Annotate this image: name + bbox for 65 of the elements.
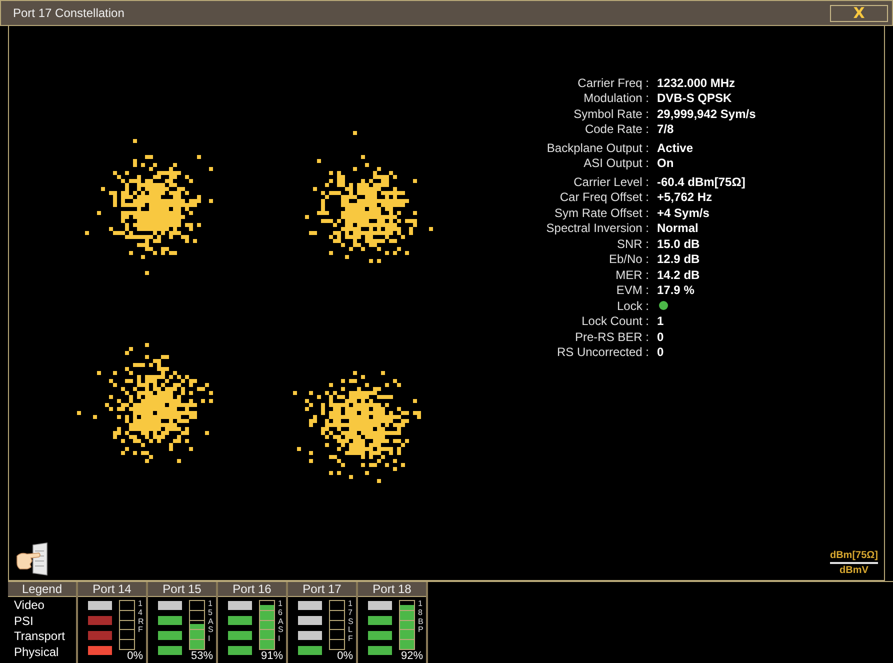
percent-label: 53% [190,650,213,662]
level-meter [259,600,275,650]
stat-label: Lock : [616,298,649,313]
stat-value: Active [657,140,694,155]
window-title: Port 17 Constellation [13,6,124,20]
percent-label: 0% [127,650,143,662]
stat-value: 29,999,942 Sym/s [657,106,756,121]
column-header: Port 17 [288,582,356,597]
stat-label: Symbol Rate : [572,106,649,121]
percent-label: 92% [400,650,423,662]
stat-label: ASI Output : [582,156,649,170]
column-header: Port 18 [358,582,426,597]
stat-label: Carrier Freq : [576,76,649,90]
stat-label: Lock Count : [580,314,649,328]
stat-label: Car Freq Offset : [558,190,649,204]
level-meter [189,600,205,650]
stat-value: 1232.000 MHz [657,76,736,90]
column-header: Port 15 [148,582,216,597]
stat-label: EVM : [615,283,649,298]
stat-label: Pre-RS BER : [574,330,649,344]
hand-pointing-icon[interactable] [15,542,49,576]
stat-label: Spectral Inversion : [545,221,649,236]
stat-value: 15.0 dB [657,236,701,251]
stat-label: Carrier Level : [572,174,649,189]
stat-value: 0 [657,330,665,344]
level-meter [399,600,415,650]
stat-value: -60.4 dBm[75Ω] [657,174,746,189]
stat-value: Normal [657,221,700,236]
stat-label: Eb/No : [608,252,649,266]
stat-value: 0 [657,345,665,360]
legend-label: Transport [14,629,66,644]
port-card[interactable]: Port 14 0% 14RF [78,582,148,663]
port-card[interactable]: Port 15 53% 15ASI [148,582,218,663]
unit-option[interactable]: dBm[75Ω] [830,549,878,564]
stat-value: +4 Sym/s [657,206,710,220]
column-header: Legend [8,582,76,597]
stat-label: SNR : [616,236,649,251]
stat-label: Modulation : [582,91,649,106]
close-button[interactable]: X [830,4,888,22]
stat-label: MER : [614,268,649,282]
stat-value: On [657,156,675,170]
column-header: Port 14 [78,582,146,597]
column-header: Port 16 [218,582,286,597]
unit-option[interactable]: dBmV [840,564,868,577]
stat-value: +5,762 Hz [657,190,714,204]
legend-label: PSI [14,614,34,629]
port-card[interactable]: Port 16 91% 16ASI [218,582,288,663]
stat-value: 14.2 dB [657,268,701,282]
stat-label: Backplane Output : [546,140,649,155]
stat-label: RS Uncorrected : [556,345,649,360]
stat-label: Code Rate : [584,122,649,136]
legend-label: Video [14,598,46,614]
stat-value: 17.9 % [657,283,696,298]
stat-label: Sym Rate Offset : [554,206,649,220]
percent-label: 0% [337,650,353,662]
port-card[interactable]: Port 17 0% 17SLF [288,582,358,663]
legend-label: Physical [14,644,60,660]
stat-value: 12.9 dB [657,252,701,266]
stat-value: 7/8 [657,122,675,136]
level-meter [329,600,345,650]
level-meter [119,600,135,650]
stat-value: DVB-S QPSK [657,91,733,106]
percent-label: 91% [260,650,283,662]
port-card[interactable]: Port 18 92% 18BP [358,582,428,663]
stat-value: 1 [657,314,665,328]
